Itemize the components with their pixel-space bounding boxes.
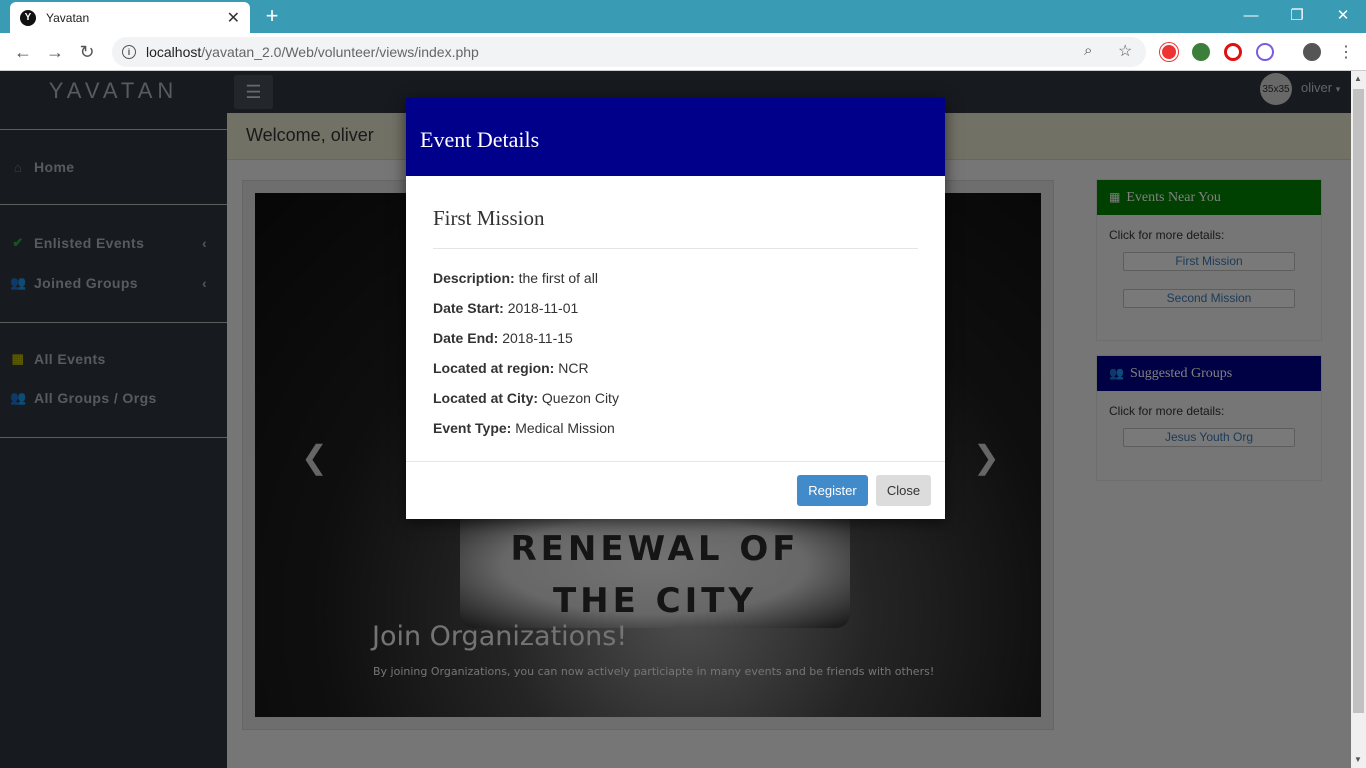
detail-label: Event Type:	[433, 420, 512, 436]
extension-globe-icon[interactable]	[1192, 43, 1210, 61]
detail-date-end: Date End: 2018-11-15	[433, 330, 573, 346]
detail-value: NCR	[558, 360, 589, 376]
detail-label: Description:	[433, 270, 515, 286]
detail-label: Located at City:	[433, 390, 539, 406]
detail-region: Located at region: NCR	[433, 360, 589, 376]
detail-value: the first of all	[518, 270, 598, 286]
back-button[interactable]: ←	[12, 41, 34, 63]
detail-value: 2018-11-15	[502, 330, 573, 346]
detail-label: Date End:	[433, 330, 499, 346]
modal-title: Event Details	[420, 127, 540, 152]
modal-footer-divider	[406, 461, 945, 462]
register-button[interactable]: Register	[797, 475, 868, 506]
minimize-button[interactable]: —	[1228, 0, 1274, 30]
detail-date-start: Date Start: 2018-11-01	[433, 300, 578, 316]
detail-value: 2018-11-01	[507, 300, 579, 316]
detail-label: Located at region:	[433, 360, 555, 376]
scroll-down-icon[interactable]: ▼	[1354, 755, 1362, 764]
info-icon[interactable]: i	[122, 45, 136, 59]
url-host: localhost	[146, 44, 202, 60]
scroll-up-icon[interactable]: ▲	[1354, 74, 1362, 83]
zoom-icon[interactable]: ⌕	[1084, 42, 1092, 59]
detail-description: Description: the first of all	[433, 270, 598, 286]
address-bar[interactable]: i localhost/yavatan_2.0/Web/volunteer/vi…	[112, 37, 1146, 67]
browser-tab[interactable]: Y Yavatan ✕	[10, 2, 250, 33]
tab-title: Yavatan	[46, 10, 90, 25]
extension-red-icon[interactable]	[1160, 43, 1178, 61]
browser-titlebar: Y Yavatan ✕ + — ❐ ✕	[0, 0, 1366, 33]
scrollbar-thumb[interactable]	[1353, 89, 1364, 713]
close-button[interactable]: Close	[876, 475, 931, 506]
restore-button[interactable]: ❐	[1274, 0, 1320, 30]
event-name: First Mission	[433, 206, 545, 230]
menu-dots-icon[interactable]: ⋮	[1338, 42, 1354, 62]
detail-label: Date Start:	[433, 300, 504, 316]
forward-button[interactable]: →	[44, 41, 66, 63]
detail-value: Medical Mission	[515, 420, 615, 436]
close-window-button[interactable]: ✕	[1320, 0, 1366, 30]
new-tab-button[interactable]: +	[261, 4, 283, 28]
modal-divider	[433, 248, 918, 249]
event-details-modal: Event Details First Mission Description:…	[406, 98, 945, 519]
detail-city: Located at City: Quezon City	[433, 390, 619, 406]
opera-extension-icon[interactable]	[1224, 43, 1242, 61]
modal-header: Event Details	[406, 98, 945, 176]
detail-event-type: Event Type: Medical Mission	[433, 420, 615, 436]
browser-toolbar: ← → ↻ i localhost/yavatan_2.0/Web/volunt…	[0, 33, 1366, 71]
close-tab-icon[interactable]: ✕	[227, 8, 240, 28]
profile-icon[interactable]	[1303, 43, 1321, 61]
yavatan-favicon-icon: Y	[20, 9, 36, 26]
reload-button[interactable]: ↻	[76, 41, 98, 63]
extension-check-icon[interactable]	[1256, 43, 1274, 61]
bookmark-star-icon[interactable]: ☆	[1118, 41, 1132, 61]
url-path: /yavatan_2.0/Web/volunteer/views/index.p…	[201, 44, 479, 60]
page-scrollbar[interactable]: ▲ ▼	[1351, 71, 1366, 768]
detail-value: Quezon City	[541, 390, 619, 406]
